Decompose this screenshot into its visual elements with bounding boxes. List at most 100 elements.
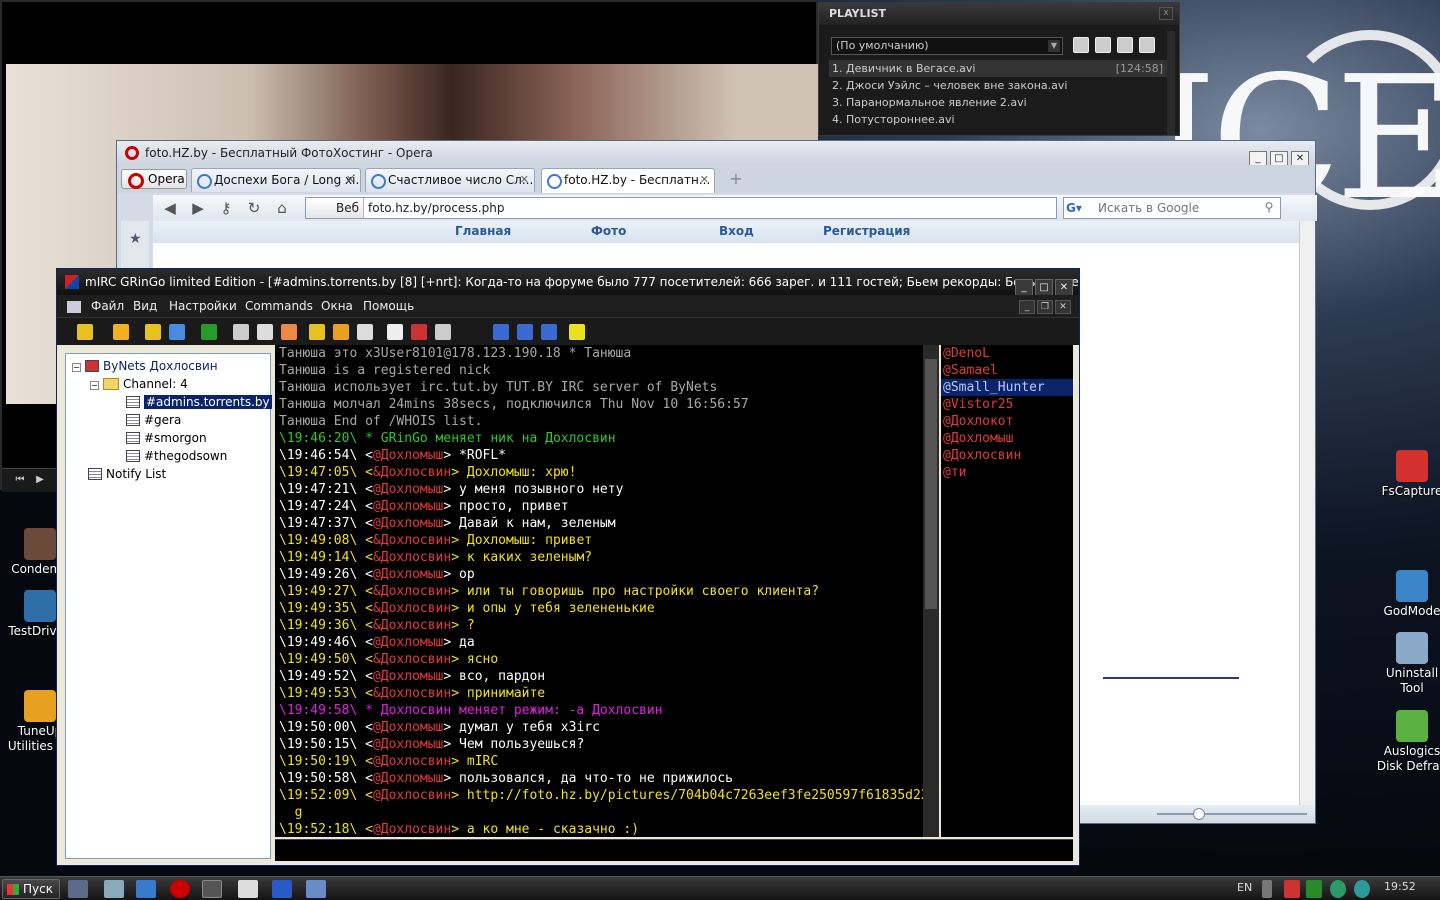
trash-icon[interactable] [1139,37,1155,53]
mirc-taskbar-icon[interactable] [202,880,222,898]
chat-nick[interactable]: @Дохломыш [373,720,443,735]
chat-nick[interactable]: &Дохлосвин [373,618,451,633]
reload-icon[interactable]: ↻ [245,199,263,217]
key-icon[interactable]: ⚷ [217,199,235,217]
chat-nick[interactable]: @Дохломыш [373,669,443,684]
tree-server[interactable]: − ByNets Дохлосвин [72,358,218,374]
site-nav-link[interactable]: Вход [719,224,754,238]
mdi-close-icon[interactable]: ✕ [1055,300,1071,314]
save-taskbar-icon[interactable] [272,880,292,898]
tree-channel[interactable]: #gera [126,412,181,428]
close-tab-icon[interactable]: ✕ [700,169,709,191]
tab-fotohz[interactable]: foto.HZ.by - Бесплатн... ✕ [541,168,715,193]
tree-channel[interactable]: #admins.torrents.by [126,394,272,410]
chat-nick[interactable]: &Дохлосвин [373,584,451,599]
playlist-item[interactable]: 2. Джоси Уэйлс – человек вне закона.avi [829,77,1167,94]
back-icon[interactable]: ◀ [161,199,179,217]
window-menu-icon[interactable] [67,301,81,313]
playlist-preset-select[interactable]: (По умолчанию) ▼ [831,37,1063,55]
opera-menu-button[interactable]: Opera [121,169,187,189]
show-desktop-icon[interactable] [68,880,88,898]
site-nav-link[interactable]: Главная [455,224,511,238]
next-icon[interactable]: ▶ [32,473,48,487]
site-nav-link[interactable]: Фото [591,224,626,238]
url-input[interactable] [368,199,1048,217]
desktop-icon[interactable]: Uninstall Tool [1372,632,1440,696]
chat-nick[interactable]: &Дохлосвин [373,686,451,701]
toolbar-icon[interactable] [201,324,217,340]
tray-expand-icon[interactable] [1262,880,1272,898]
chat-nick[interactable]: @Дохломыш [373,771,443,786]
tab-schastlivoe[interactable]: Счастливое число Сл... ✕ [365,168,535,192]
menu-item[interactable]: Вид [133,299,157,313]
chat-nick[interactable]: &Дохлосвин [373,465,451,480]
menu-item[interactable]: Commands [245,299,313,313]
chat-nick[interactable]: @Дохломыш [373,482,443,497]
explorer-icon[interactable] [104,880,124,898]
edit-icon[interactable] [1095,37,1111,53]
powershell-icon[interactable] [136,880,156,898]
tab-doshpekhi[interactable]: Доспехи Бога / Long xi... ✕ [191,168,361,192]
tray-icon[interactable] [1306,880,1322,898]
chat-nick[interactable]: &Дохлосвин [373,533,451,548]
playlist-scrollbar[interactable] [1167,31,1175,135]
toolbar-icon[interactable] [233,324,249,340]
chat-nick[interactable]: @Дохломыш [373,567,443,582]
chat-nick[interactable]: @Дохломыш [373,499,443,514]
toolbar-icon[interactable] [77,324,93,340]
desktop-icon[interactable]: GodMode [1372,570,1440,619]
tray-icon[interactable] [1354,880,1370,898]
google-icon[interactable]: G▾ [1066,200,1096,216]
menu-item[interactable]: Настройки [169,299,237,313]
toolbar-icon[interactable] [113,324,129,340]
home-icon[interactable]: ⌂ [273,199,291,217]
chat-nick[interactable]: @Дохломыш [373,635,443,650]
bookmark-star-icon[interactable]: ★ [129,231,142,247]
nick-item[interactable]: @Small_Hunter [941,379,1073,396]
toolbar-icon[interactable] [169,324,185,340]
toolbar-icon[interactable] [145,324,161,340]
close-icon[interactable]: x [1159,7,1173,20]
start-button[interactable]: Пуск [2,879,60,899]
copy-icon[interactable] [1117,37,1133,53]
player-taskbar-icon[interactable] [238,880,258,898]
chat-nick[interactable]: @Дохломыш [373,737,443,752]
desktop-icon[interactable]: FsCapture [1372,450,1440,499]
opera-taskbar-icon[interactable] [170,880,190,898]
nick-item[interactable]: @Дохлокот [941,413,1073,430]
chat-log[interactable]: Танюша это x3User8101@178.123.190.18 * Т… [275,345,923,837]
message-input[interactable] [275,840,1073,861]
message-editbox[interactable] [275,839,1073,861]
zoom-slider[interactable] [1157,813,1307,815]
chat-nick[interactable]: @Дохлосвин [373,822,451,837]
nick-item[interactable]: @Vistor25 [941,396,1073,413]
collapse-icon[interactable]: − [72,363,81,372]
site-nav-link[interactable]: Регистрация [823,224,910,238]
close-tab-icon[interactable]: ✕ [520,169,529,191]
chat-nick[interactable]: @Дохлосвин [373,788,451,803]
minimize-icon[interactable]: _ [1015,279,1033,295]
nick-item[interactable]: @Samael [941,362,1073,379]
forward-icon[interactable]: ▶ [189,199,207,217]
toolbar-icon[interactable] [569,324,585,340]
desktop-icon[interactable]: Auslogics Disk Defrag [1372,710,1440,774]
toolbar-icon[interactable] [333,324,349,340]
app-taskbar-icon[interactable] [306,880,326,898]
menu-item[interactable]: Помощь [363,299,414,313]
language-indicator[interactable]: EN [1237,881,1252,894]
close-icon[interactable]: ✕ [1055,279,1073,295]
zoom-slider-knob[interactable] [1193,808,1205,820]
tree-channel[interactable]: #thegodsown [126,448,227,464]
toolbar-icon[interactable] [281,324,297,340]
search-input[interactable] [1098,199,1248,217]
chat-nick[interactable]: @Дохлосвин [373,754,451,769]
close-tab-icon[interactable]: ✕ [346,169,355,191]
playlist-item[interactable]: 4. Потустороннее.avi [829,111,1167,128]
toolbar-icon[interactable] [541,324,557,340]
chat-nick[interactable]: &Дохлосвин [373,550,451,565]
playlist-item[interactable]: 1. Девичник в Вегасе.avi [124:58] [829,60,1167,77]
mdi-minimize-icon[interactable]: _ [1019,300,1035,314]
nick-item[interactable]: @Дохломыш [941,430,1073,447]
toolbar-icon[interactable] [257,324,273,340]
chat-nick[interactable]: @Дохломыш [373,448,443,463]
